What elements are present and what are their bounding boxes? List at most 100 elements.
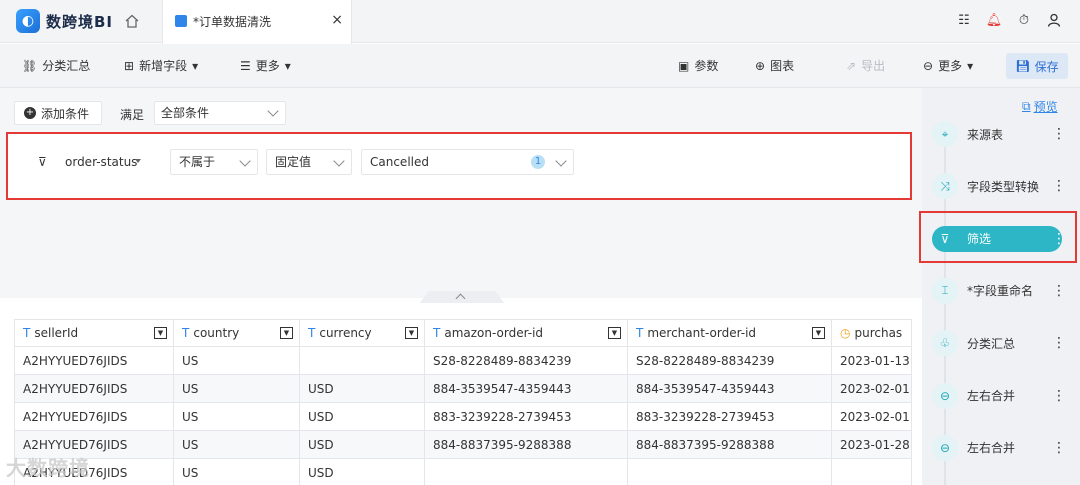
filter-field-name[interactable]: order-status — [65, 155, 137, 169]
flow-node-3[interactable]: ⌶ *字段重命名 ⋮ — [932, 277, 1066, 304]
table-cell[interactable]: US — [173, 346, 300, 375]
more-left-button[interactable]: ☰ 更多 ▾ — [240, 57, 291, 74]
table-cell[interactable]: S28-8228489-8834239 — [424, 346, 628, 375]
column-menu-icon[interactable]: ▼ — [405, 327, 418, 339]
summary-button[interactable]: ⛓ 分类汇总 — [22, 57, 90, 74]
close-icon[interactable]: × — [331, 12, 343, 28]
flow-node-5[interactable]: ⊖ 左右合并 ⋮ — [932, 382, 1066, 409]
more-vertical-icon[interactable]: ⋮ — [1052, 440, 1066, 456]
table-cell[interactable]: US — [173, 430, 300, 459]
table-cell[interactable]: A2HYYUED76JIDS — [14, 346, 174, 375]
table-cell[interactable] — [627, 458, 832, 485]
home-icon[interactable] — [124, 13, 140, 29]
plus-icon: + — [24, 107, 36, 119]
table-cell[interactable]: 883-3239228-2739453 — [627, 402, 832, 431]
table-cell[interactable] — [424, 458, 628, 485]
table-cell[interactable]: USD — [299, 458, 425, 485]
table-cell[interactable]: 884-8837395-9288388 — [627, 430, 832, 459]
timer-icon[interactable]: ⏱︎ — [1016, 12, 1032, 28]
table-cell[interactable]: S28-8228489-8834239 — [627, 346, 832, 375]
condition-mode-value: 全部条件 — [161, 106, 210, 120]
tab-label: *订单数据清洗 — [193, 15, 272, 29]
table-cell[interactable]: US — [173, 402, 300, 431]
column-menu-icon[interactable]: ▼ — [608, 327, 621, 339]
merge-icon: ⊖ — [932, 434, 958, 461]
table-cell[interactable]: 884-3539547-4359443 — [627, 374, 832, 403]
table-cell[interactable] — [299, 346, 425, 375]
column-header-4[interactable]: Tmerchant-order-id ▼ — [627, 319, 832, 347]
column-header-5[interactable]: ◷ purchas — [831, 319, 912, 347]
value-type-select[interactable]: 固定值 — [266, 149, 352, 175]
save-button[interactable]: 💾︎ 保存 — [1006, 53, 1068, 79]
filter-field-icon: ⊽ — [38, 155, 47, 169]
flow-node-4[interactable]: ♧ 分类汇总 ⋮ — [932, 330, 1066, 357]
more-vertical-icon[interactable]: ⋮ — [1052, 283, 1066, 299]
flow-node-1[interactable]: ⤨ 字段类型转换 ⋮ — [932, 173, 1066, 200]
condition-mode-select[interactable]: 全部条件 — [154, 101, 286, 125]
list-icon[interactable]: ☷ — [956, 12, 972, 28]
chart-label: 图表 — [770, 59, 795, 73]
date-type-icon: ◷ — [840, 326, 851, 340]
column-menu-icon[interactable]: ▼ — [812, 327, 825, 339]
table-cell[interactable]: US — [173, 458, 300, 485]
params-button[interactable]: ▣ 参数 — [678, 57, 718, 74]
chevron-down-icon — [333, 155, 345, 167]
column-header-0[interactable]: TsellerId ▼ — [14, 319, 174, 347]
column-header-1[interactable]: Tcountry ▼ — [173, 319, 300, 347]
more-vertical-icon[interactable]: ⋮ — [1052, 335, 1066, 351]
list-icon: ☰ — [240, 58, 251, 73]
table-cell[interactable]: A2HYYUED76JIDS — [14, 402, 174, 431]
more-vertical-icon[interactable]: ⋮ — [1052, 126, 1066, 142]
tab-order-cleaning[interactable]: *订单数据清洗 × — [162, 0, 352, 44]
table-cell[interactable]: USD — [299, 402, 425, 431]
export-button[interactable]: ⇗ 导出 — [846, 57, 885, 74]
export-icon: ⇗ — [846, 58, 857, 73]
save-label: 保存 — [1034, 59, 1059, 74]
table-row: A2HYYUED76JIDS US USD — [14, 458, 912, 485]
text-type-icon: T — [433, 326, 441, 340]
app-logo[interactable]: ◐ 数跨境BI — [16, 9, 113, 33]
table-cell[interactable]: US — [173, 374, 300, 403]
flow-node-0[interactable]: ⌖ 来源表 ⋮ — [932, 121, 1066, 147]
table-cell[interactable] — [831, 458, 912, 485]
column-header-2[interactable]: Tcurrency ▼ — [299, 319, 425, 347]
table-cell[interactable]: USD — [299, 374, 425, 403]
more-vertical-icon[interactable]: ⋮ — [1052, 388, 1066, 404]
table-cell[interactable]: 2023-02-01 — [831, 374, 912, 403]
table-cell[interactable]: 2023-01-28 — [831, 430, 912, 459]
table-cell[interactable]: USD — [299, 430, 425, 459]
flow-node-6[interactable]: ⊖ 左右合并 ⋮ — [932, 434, 1066, 461]
table-header-row: TsellerId ▼ Tcountry ▼ Tcurrency ▼ Tamazon-ord… — [14, 319, 912, 347]
column-header-3[interactable]: Tamazon-order-id ▼ — [424, 319, 628, 347]
column-header-label: country — [193, 326, 240, 340]
flow-node-label: 字段类型转换 — [967, 179, 1040, 194]
summary-label: 分类汇总 — [42, 59, 91, 73]
table-cell[interactable]: 884-3539547-4359443 — [424, 374, 628, 403]
active-step-highlight — [919, 211, 1077, 263]
chevron-down-icon — [555, 155, 567, 167]
preview-link[interactable]: ⧉ 预览 — [1022, 98, 1058, 115]
logo-text: 数跨境BI — [46, 12, 114, 31]
column-menu-icon[interactable]: ▼ — [280, 327, 293, 339]
operator-select[interactable]: 不属于 — [170, 149, 258, 175]
chevron-down-icon — [267, 105, 279, 117]
more-right-button[interactable]: ⊖ 更多 ▾ — [923, 57, 973, 74]
text-type-icon: T — [636, 326, 644, 340]
more-vertical-icon[interactable]: ⋮ — [1052, 178, 1066, 194]
column-menu-icon[interactable]: ▼ — [154, 327, 167, 339]
table-cell[interactable]: 884-8837395-9288388 — [424, 430, 628, 459]
caret-down-icon[interactable] — [135, 159, 141, 163]
add-field-button[interactable]: ⊞ 新增字段 ▾ — [124, 57, 198, 74]
filter-value-select[interactable]: Cancelled 1 — [361, 149, 574, 175]
user-icon[interactable] — [1046, 12, 1062, 28]
table-cell[interactable]: A2HYYUED76JIDS — [14, 374, 174, 403]
add-condition-button[interactable]: + 添加条件 — [14, 101, 102, 125]
column-header-label: sellerId — [34, 326, 79, 340]
table-cell[interactable]: 2023-02-01 — [831, 402, 912, 431]
rename-icon: ⌶ — [932, 277, 958, 304]
bell-icon[interactable]: 🔔︎ — [986, 12, 1003, 28]
flow-node-label: *字段重命名 — [967, 284, 1034, 299]
table-cell[interactable]: 2023-01-13 — [831, 346, 912, 375]
table-cell[interactable]: 883-3239228-2739453 — [424, 402, 628, 431]
chart-button[interactable]: ⊕ 图表 — [755, 57, 794, 74]
